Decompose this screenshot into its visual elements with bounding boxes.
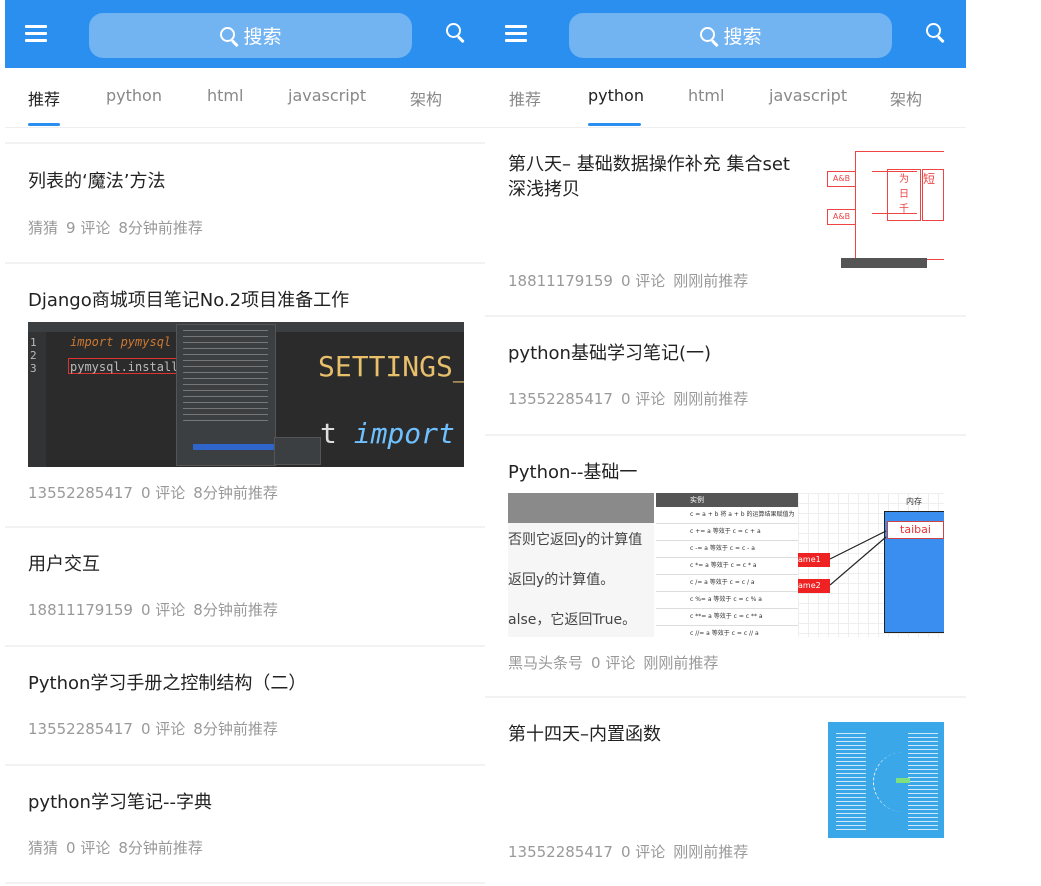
article-meta: 13552285417 0 评论 8分钟前推荐 [28, 718, 286, 739]
tab-architecture[interactable]: 架构 [890, 86, 922, 110]
article-meta: 猜猜 9 评论 8分钟前推荐 [28, 217, 211, 238]
article-author: 黑马头条号 [508, 654, 584, 672]
article-time: 刚刚前推荐 [673, 390, 749, 408]
article-title: python基础学习笔记(一) [508, 343, 712, 364]
article-time: 刚刚前推荐 [673, 272, 749, 290]
menu-icon[interactable] [505, 25, 527, 43]
article-meta: 18811179159 0 评论 8分钟前推荐 [28, 599, 286, 620]
article-comments: 9 评论 [66, 219, 111, 237]
tab-html[interactable]: html [688, 86, 724, 105]
category-tabs: 推荐 python html javascript 架构 [5, 68, 486, 128]
article-item[interactable]: python基础学习笔记(一) 13552285417 0 评论 刚刚前推荐 [485, 317, 966, 434]
article-image [828, 722, 944, 838]
article-item[interactable]: 用户交互 18811179159 0 评论 8分钟前推荐 [5, 528, 486, 645]
tab-javascript[interactable]: javascript [288, 86, 366, 105]
article-comments: 0 评论 [620, 390, 666, 408]
tab-html[interactable]: html [207, 86, 243, 105]
article-time: 8分钟前推荐 [193, 720, 278, 738]
article-author: 13552285417 [28, 484, 133, 502]
divider [5, 882, 486, 884]
search-icon [445, 22, 465, 42]
article-title: python学习笔记--字典 [28, 792, 212, 813]
search-label: 搜索 [723, 26, 762, 48]
article-title: 列表的‘魔法’方法 [28, 171, 166, 192]
active-tab-indicator [588, 123, 641, 126]
article-time: 刚刚前推荐 [643, 654, 719, 672]
search-button[interactable] [445, 22, 469, 46]
article-time: 8分钟前推荐 [193, 484, 278, 502]
article-title: Python--基础一 [508, 462, 638, 483]
active-tab-indicator [28, 123, 60, 126]
tab-python[interactable]: python [106, 86, 162, 105]
article-time: 8分钟前推荐 [193, 601, 278, 619]
article-item[interactable]: 第十四天–内置函数 13552285417 0 评论 刚刚前推荐 [485, 698, 966, 884]
search-icon [699, 26, 719, 46]
search-icon [219, 26, 239, 46]
article-comments: 0 评论 [620, 843, 666, 861]
article-time: 8分钟前推荐 [118, 219, 203, 237]
article-author: 18811179159 [28, 601, 133, 619]
article-author: 猜猜 [28, 839, 59, 857]
article-item[interactable]: Python学习手册之控制结构（二） 13552285417 0 评论 8分钟前推荐 [5, 647, 486, 764]
top-bar: 搜索 [5, 0, 486, 68]
article-meta: 猜猜 0 评论 8分钟前推荐 [28, 837, 211, 858]
article-comments: 0 评论 [591, 654, 636, 672]
search-input[interactable]: 搜索 [89, 13, 412, 58]
article-author: 18811179159 [508, 272, 613, 290]
article-meta: 13552285417 0 评论 刚刚前推荐 [508, 841, 756, 862]
tab-javascript[interactable]: javascript [769, 86, 847, 105]
article-author: 13552285417 [508, 390, 613, 408]
article-title: Python学习手册之控制结构（二） [28, 673, 307, 694]
article-image: 1 2 3 import pymysql pymysql.install_a S… [28, 322, 464, 467]
search-input[interactable]: 搜索 [569, 13, 892, 58]
category-tabs: 推荐 python html javascript 架构 [485, 68, 966, 128]
article-image: A&B A&B 为日千 短 [827, 151, 944, 268]
article-author: 13552285417 [508, 843, 613, 861]
article-author: 猜猜 [28, 219, 59, 237]
article-item[interactable]: 列表的‘魔法’方法 猜猜 9 评论 8分钟前推荐 [5, 144, 486, 262]
article-comments: 0 评论 [620, 272, 666, 290]
article-comments: 0 评论 [140, 720, 186, 738]
article-item[interactable]: python学习笔记--字典 猜猜 0 评论 8分钟前推荐 [5, 766, 486, 883]
article-meta: 13552285417 0 评论 刚刚前推荐 [508, 388, 756, 409]
article-author: 13552285417 [28, 720, 133, 738]
article-item[interactable]: 第八天– 基础数据操作补充 集合set 深浅拷贝 A&B A&B 为日千 短 1… [485, 128, 966, 315]
article-meta: 13552285417 0 评论 8分钟前推荐 [28, 482, 286, 503]
tab-python[interactable]: python [588, 86, 644, 105]
phone-screen-recommend: 搜索 推荐 python html javascript 架构 列表的‘魔法’方… [5, 0, 486, 886]
tab-recommend[interactable]: 推荐 [509, 86, 541, 110]
tab-recommend[interactable]: 推荐 [28, 86, 60, 110]
article-title: Django商城项目笔记No.2项目准备工作 [28, 290, 350, 311]
search-label: 搜索 [243, 26, 282, 48]
search-button[interactable] [925, 22, 949, 46]
article-title: 第十四天–内置函数 [508, 724, 661, 745]
article-comments: 0 评论 [140, 601, 186, 619]
search-icon [925, 22, 945, 42]
menu-icon[interactable] [25, 25, 47, 43]
article-time: 8分钟前推荐 [118, 839, 203, 857]
article-comments: 0 评论 [140, 484, 186, 502]
tab-architecture[interactable]: 架构 [410, 86, 442, 110]
article-item[interactable]: Django商城项目笔记No.2项目准备工作 1 2 3 import pymy… [5, 264, 486, 526]
article-title: 用户交互 [28, 554, 100, 575]
article-item[interactable]: Python--基础一 否则它返回y的计算值 返回y的计算值。 alse，它返回… [485, 436, 966, 696]
article-meta: 18811179159 0 评论 刚刚前推荐 [508, 270, 756, 291]
article-title: 第八天– 基础数据操作补充 集合set 深浅拷贝 [508, 154, 790, 200]
phone-screen-python: 搜索 推荐 python html javascript 架构 第八天– 基础数… [485, 0, 966, 886]
article-time: 刚刚前推荐 [673, 843, 749, 861]
article-meta: 黑马头条号 0 评论 刚刚前推荐 [508, 652, 726, 673]
article-comments: 0 评论 [66, 839, 111, 857]
top-bar: 搜索 [485, 0, 966, 68]
article-image: 否则它返回y的计算值 返回y的计算值。 alse，它返回True。 实例 c =… [508, 493, 944, 637]
